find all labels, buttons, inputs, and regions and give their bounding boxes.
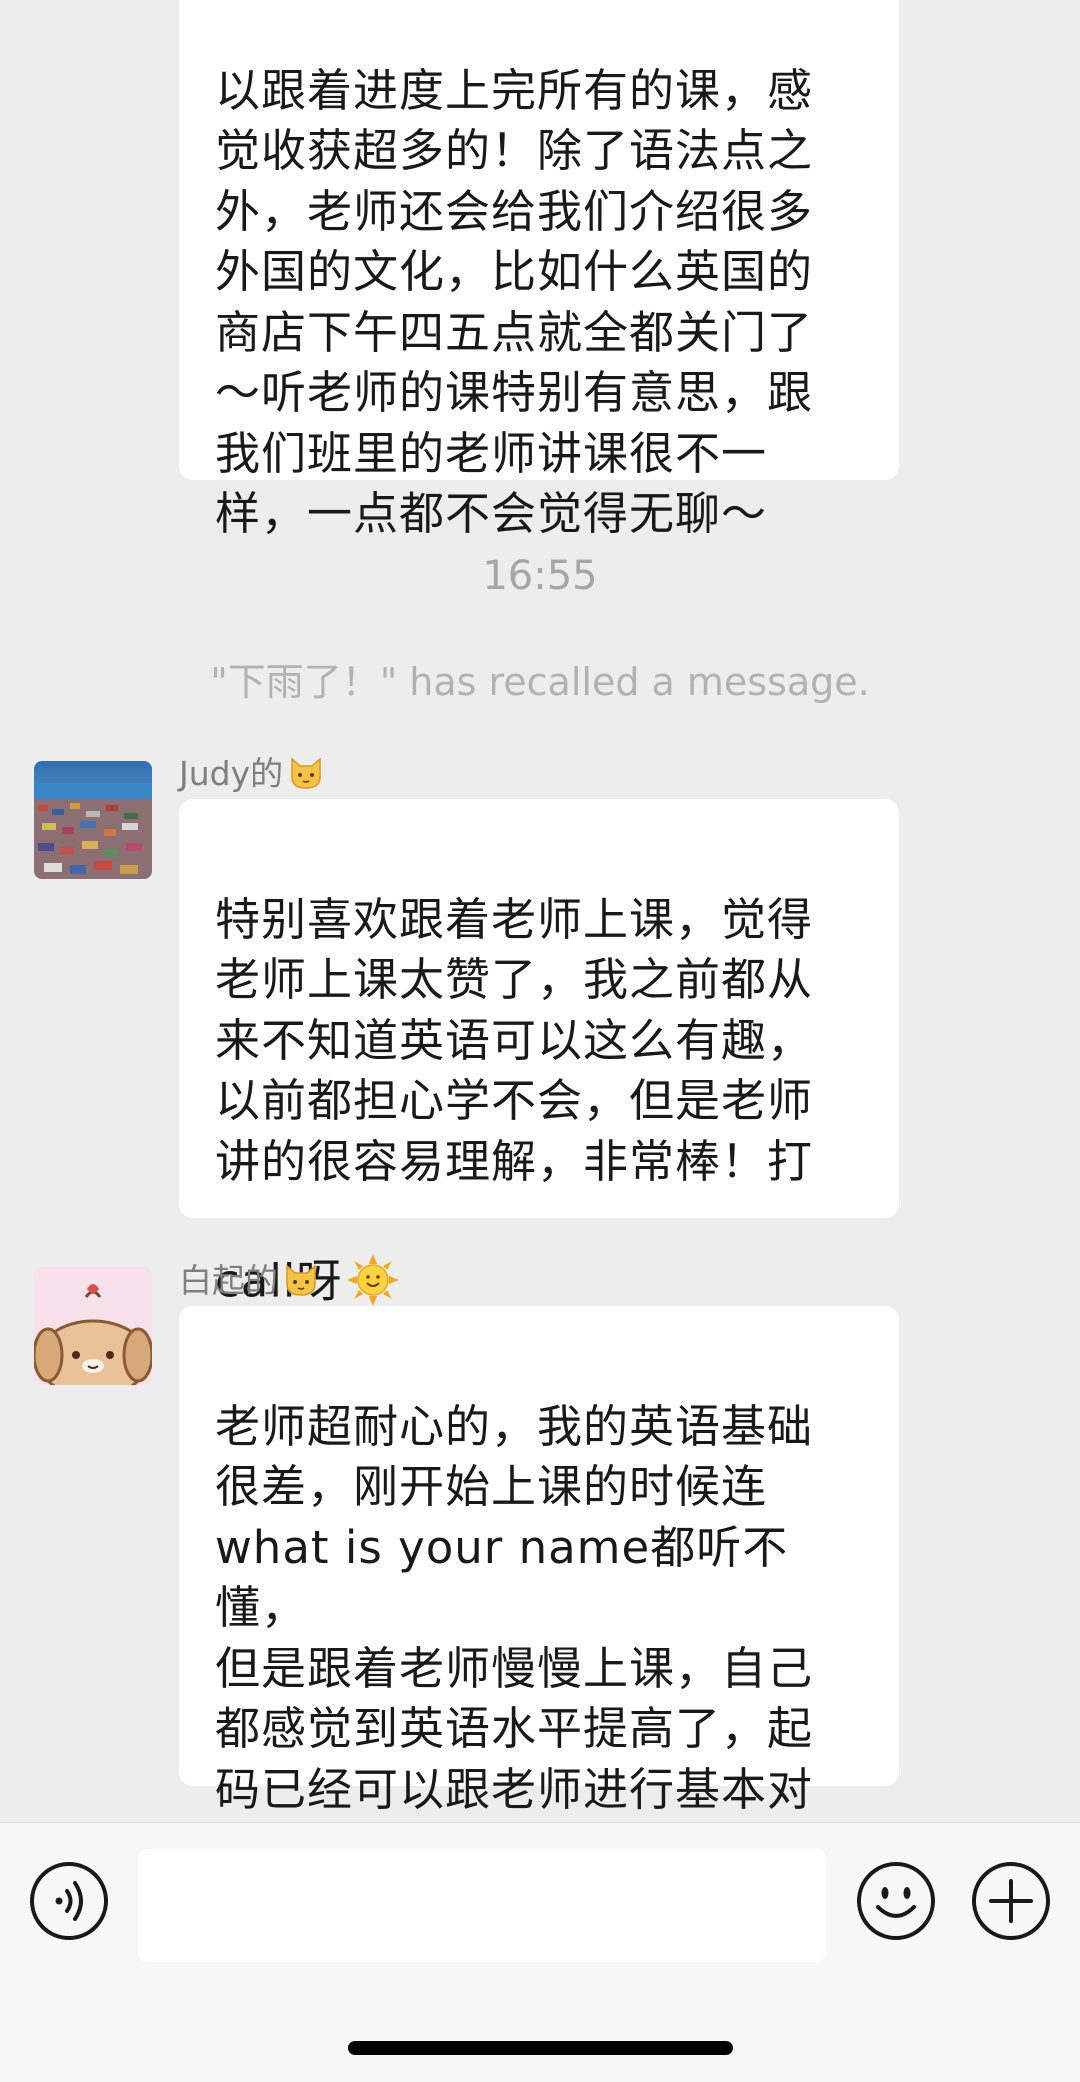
avatar[interactable] — [34, 1267, 152, 1385]
plus-icon — [972, 1862, 1050, 1940]
message-bubble[interactable]: 特别喜欢跟着老师上课，觉得 老师上课太赞了，我之前都从 来不知道英语可以这么有趣… — [179, 799, 899, 1308]
sun-smile-icon — [346, 1192, 400, 1322]
emoji-icon — [857, 1862, 935, 1940]
timestamp: 16:55 — [482, 553, 598, 599]
avatar[interactable] — [34, 761, 152, 879]
sender-name-text: 白起的 — [179, 1261, 278, 1300]
message-bubble[interactable]: 以跟着进度上完所有的课，感 觉收获超多的！除了语法点之 外，老师还会给我们介绍很… — [179, 0, 899, 540]
message-text: 以跟着进度上完所有的课，感 觉收获超多的！除了语法点之 外，老师还会给我们介绍很… — [215, 63, 814, 541]
sender-name: Judy的 — [179, 747, 325, 799]
avatar-harbor-image — [34, 761, 152, 879]
message-bubble[interactable]: 老师超耐心的，我的英语基础 很差，刚开始上课的时候连 what is your … — [179, 1306, 899, 1816]
plus-button[interactable] — [971, 1861, 1051, 1941]
voice-icon — [30, 1862, 108, 1940]
cat-face-icon — [287, 753, 325, 799]
home-indicator[interactable] — [348, 2041, 733, 2055]
message-text: 特别喜欢跟着老师上课，觉得 老师上课太赞了，我之前都从 来不知道英语可以这么有趣… — [215, 892, 814, 1308]
voice-button[interactable] — [29, 1861, 109, 1941]
input-bar — [0, 1822, 1080, 2082]
cat-face-icon — [282, 1260, 320, 1306]
sender-name-text: Judy的 — [179, 754, 284, 793]
avatar-bunny-image — [34, 1267, 152, 1385]
message-input[interactable] — [138, 1849, 826, 1962]
recall-notice: "下雨了！" has recalled a message. — [210, 660, 870, 704]
sender-name: 白起的 — [179, 1254, 320, 1306]
message-text: 老师超耐心的，我的英语基础 很差，刚开始上课的时候连 what is your … — [215, 1399, 814, 1816]
emoji-button[interactable] — [856, 1861, 936, 1941]
chat-area[interactable]: 以跟着进度上完所有的课，感 觉收获超多的！除了语法点之 外，老师还会给我们介绍很… — [0, 0, 1080, 1822]
